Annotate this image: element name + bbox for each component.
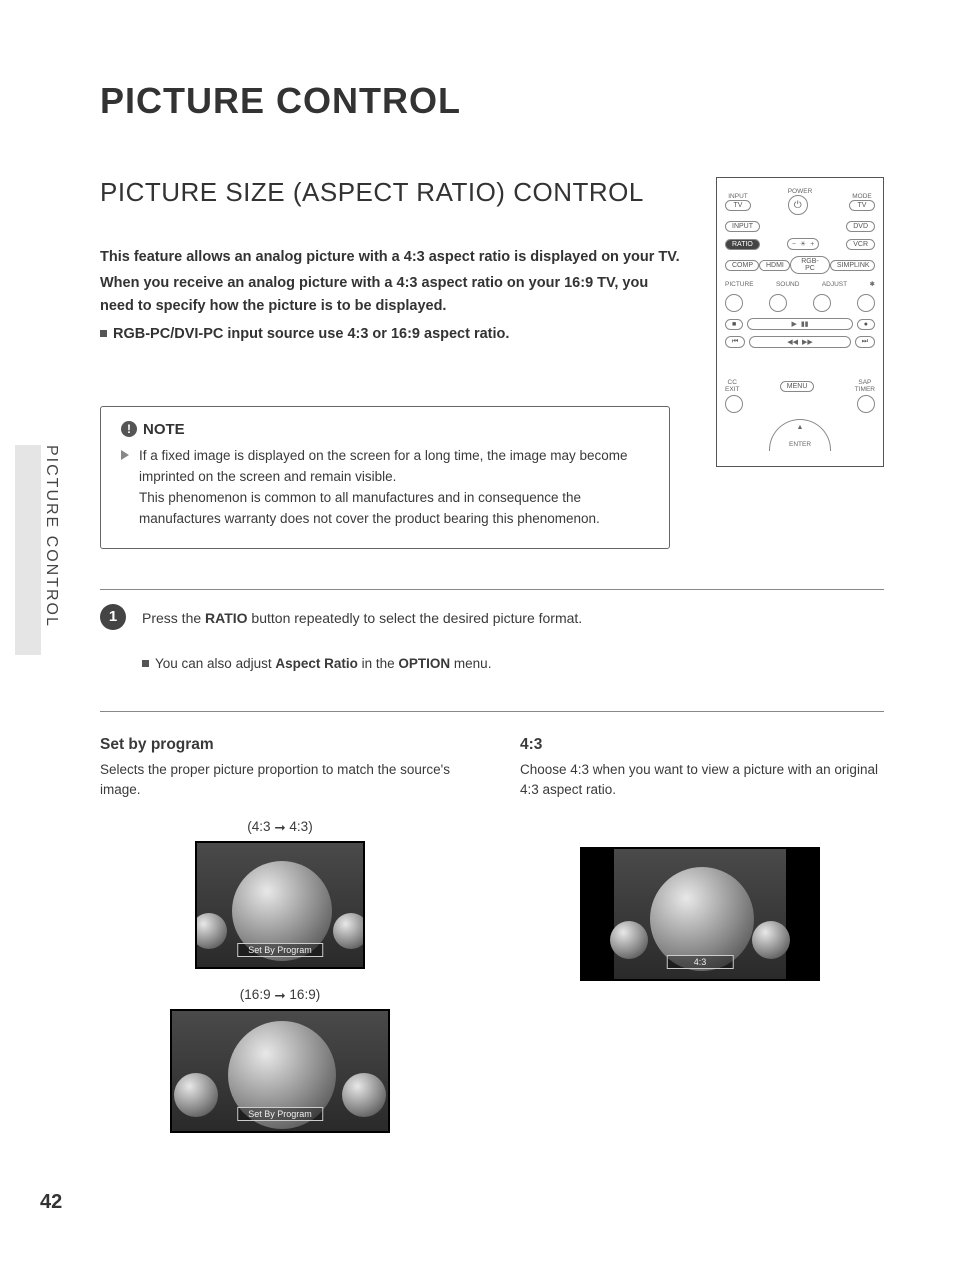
intro-line-2: When you receive an analog picture with … [100,272,686,317]
note-alert-icon: ! [121,421,137,437]
remote-tv-button: TV [725,200,751,211]
side-tab [15,445,41,655]
note-box: ! NOTE If a fixed image is displayed on … [100,406,670,549]
remote-label-mode: MODE [849,193,875,200]
divider [100,711,884,712]
note-body-text: If a fixed image is displayed on the scr… [139,448,628,526]
remote-timer-button [857,395,875,413]
triangle-bullet-icon [121,450,129,460]
remote-skip-fwd-button: ⏭ [855,336,875,348]
side-tab-label: PICTURE CONTROL [42,445,60,628]
remote-label-exit: EXIT [725,386,739,393]
step-subtext: You can also adjust Aspect Ratio in the … [142,656,884,671]
remote-comp-button: COMP [725,260,759,271]
square-bullet-icon [100,330,107,337]
note-heading: NOTE [143,421,185,438]
remote-label-picture: PICTURE [725,281,754,288]
page-title: PICTURE CONTROL [100,80,884,122]
osd-label: 4:3 [667,955,734,969]
remote-stop-button: ■ [725,319,743,330]
preview-screen-43: Set By Program [195,841,365,969]
remote-hdmi-button: HDMI [759,260,790,271]
remote-play-pause-pill: ▶▮▮ [747,318,853,330]
remote-label-sap: SAP [855,379,875,386]
remote-rgbpc-button: RGB-PC [790,256,830,274]
remote-input-button: INPUT [725,221,760,232]
preview-screen-169: Set By Program [170,1009,390,1133]
intro-line-1: This feature allows an analog picture wi… [100,246,686,268]
remote-label-enter: ENTER [725,441,875,448]
remote-control-diagram: INPUT TV POWER ⏻ MODE TV INPUT DVD RATIO [716,177,884,467]
step-text: Press the RATIO button repeatedly to sel… [142,604,582,629]
conversion-label-43: (4:3 ➞ 4:3) [100,819,460,835]
mode-title: Set by program [100,736,460,754]
mode-set-by-program: Set by program Selects the proper pictur… [100,736,460,1152]
divider [100,589,884,590]
remote-dvd-button: DVD [846,221,875,232]
remote-power-button: ⏻ [788,195,808,215]
remote-simplink-button: SIMPLINK [830,260,875,271]
mode-description: Choose 4:3 when you want to view a pictu… [520,760,880,802]
pillarbox-left [582,849,614,979]
remote-ratio-button: RATIO [725,239,760,250]
square-bullet-icon [142,660,149,667]
remote-skip-back-button: ⏮ [725,336,745,348]
mode-four-three: 4:3 Choose 4:3 when you want to view a p… [520,736,880,1152]
mode-title: 4:3 [520,736,880,754]
remote-label-cc: CC [725,379,739,386]
remote-exit-button [725,395,743,413]
remote-brightness-pill: −☀+ [787,238,819,250]
remote-label-adjust: ADJUST [822,281,847,288]
conversion-label-169: (16:9 ➞ 16:9) [100,987,460,1003]
arrow-right-icon: ➞ [274,988,285,1004]
remote-label-star: ✱ [870,280,875,288]
remote-label-sound: SOUND [776,281,799,288]
remote-rewind-ff-pill: ◀◀▶▶ [749,336,850,348]
remote-menu-button: MENU [780,381,815,392]
remote-mode-tv-button: TV [849,200,875,211]
intro-bullet: RGB-PC/DVI-PC input source use 4:3 or 16… [100,323,686,345]
remote-label-power: POWER [788,188,813,195]
page-number: 42 [40,1191,62,1214]
pillarbox-right [786,849,818,979]
preview-screen-43-letterbox: 4:3 [580,847,820,981]
step-number-badge: 1 [100,604,126,630]
remote-vcr-button: VCR [846,239,875,250]
osd-label: Set By Program [237,1107,323,1121]
remote-adjust-button [813,294,831,312]
remote-label-input: INPUT [725,193,751,200]
remote-label-timer: TIMER [855,386,875,393]
arrow-right-icon: ➞ [274,820,285,836]
section-subtitle: PICTURE SIZE (ASPECT RATIO) CONTROL [100,177,686,208]
remote-sound-button [769,294,787,312]
osd-label: Set By Program [237,943,323,957]
mode-description: Selects the proper picture proportion to… [100,760,460,802]
remote-star-button [857,294,875,312]
remote-record-button: ● [857,319,875,330]
remote-picture-button [725,294,743,312]
